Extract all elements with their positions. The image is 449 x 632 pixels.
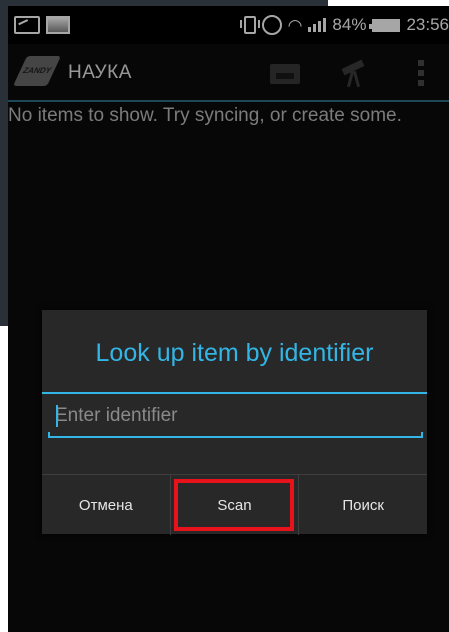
- lookup-dialog: Look up item by identifier Отмена Scan П…: [42, 310, 427, 535]
- cancel-button[interactable]: Отмена: [42, 475, 170, 535]
- input-underline: [48, 432, 423, 438]
- dialog-title-divider: [42, 392, 427, 394]
- dialog-button-bar: Отмена Scan Поиск: [42, 474, 427, 535]
- phone-screen: ◠ 84% 23:56 ZANDY НАУКА No items to show…: [8, 6, 449, 632]
- text-cursor: [56, 405, 58, 427]
- identifier-input[interactable]: [48, 396, 423, 436]
- scan-button[interactable]: Scan: [169, 475, 299, 535]
- dialog-title: Look up item by identifier: [95, 339, 374, 367]
- search-button[interactable]: Поиск: [298, 475, 427, 535]
